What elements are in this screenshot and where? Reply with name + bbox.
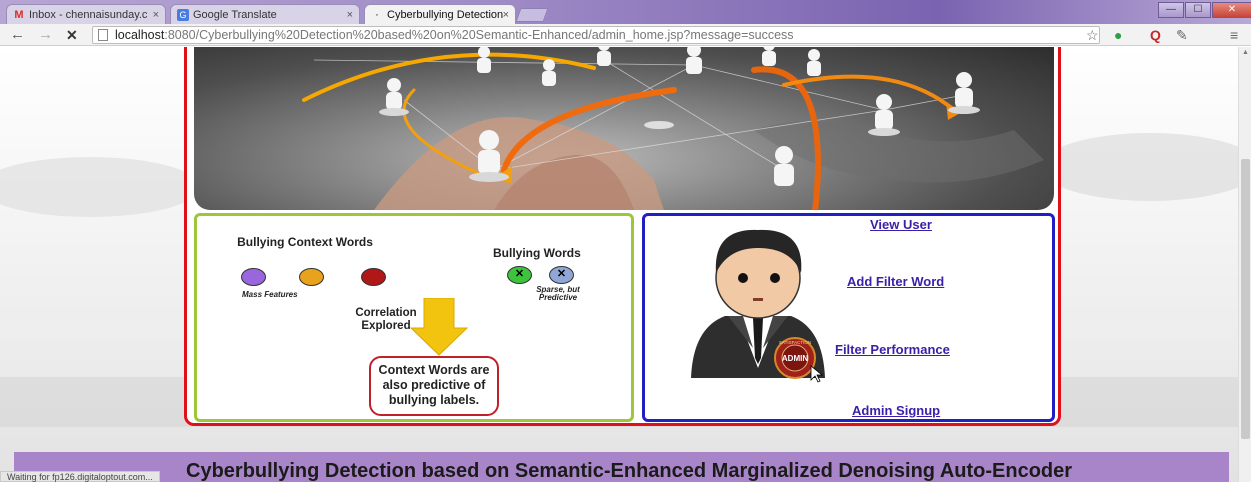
context-word-circle-orange bbox=[299, 268, 324, 286]
bullying-word-circle-blue: ✕ bbox=[549, 266, 574, 284]
back-button[interactable]: ← bbox=[10, 26, 25, 44]
url-path: :8080/Cyberbullying%20Detection%20based%… bbox=[164, 28, 794, 42]
page-icon bbox=[98, 29, 108, 41]
network-illustration bbox=[302, 47, 1044, 210]
tab-inbox-label: Inbox - chennaisunday.c bbox=[29, 9, 148, 21]
address-bar[interactable]: localhost:8080/Cyberbullying%20Detection… bbox=[92, 26, 1100, 44]
tab-close-icon[interactable]: × bbox=[153, 5, 159, 24]
tab-close-icon[interactable]: × bbox=[503, 5, 509, 24]
mass-features-label: Mass Features bbox=[242, 290, 298, 299]
tab-inbox[interactable]: M Inbox - chennaisunday.c × bbox=[6, 4, 166, 24]
filter-performance-link[interactable]: Filter Performance bbox=[835, 342, 950, 357]
admin-avatar-icon: ADMIN SATISFACTION bbox=[691, 229, 825, 383]
footer-banner: Cyberbullying Detection based on Semanti… bbox=[14, 452, 1229, 482]
page-content: Bullying Context Words Bullying Words ✕ … bbox=[0, 47, 1251, 482]
context-word-circle-red bbox=[361, 268, 386, 286]
scroll-up-icon[interactable]: ▲ bbox=[1242, 49, 1249, 56]
tools-icon[interactable]: ✎ bbox=[1176, 27, 1188, 43]
context-word-circle-purple bbox=[241, 268, 266, 286]
forward-button[interactable]: → bbox=[38, 26, 53, 44]
status-bar: Waiting for fp126.digitaloptout.com... bbox=[0, 471, 160, 482]
network-banner-image bbox=[194, 47, 1054, 210]
add-filter-word-link[interactable]: Add Filter Word bbox=[847, 274, 944, 289]
main-frame: Bullying Context Words Bullying Words ✕ … bbox=[184, 47, 1061, 426]
bullying-words-diagram: Bullying Context Words Bullying Words ✕ … bbox=[194, 213, 634, 422]
tab-translate-label: Google Translate bbox=[193, 9, 277, 21]
context-words-box: Context Words are also predictive of bul… bbox=[369, 356, 499, 416]
maximize-button[interactable]: ☐ bbox=[1185, 2, 1211, 18]
bullying-words-title: Bullying Words bbox=[493, 246, 581, 260]
minimize-button[interactable]: — bbox=[1158, 2, 1184, 18]
page-icon: · bbox=[375, 9, 379, 21]
view-user-link[interactable]: View User bbox=[870, 217, 932, 232]
stop-button[interactable]: ✕ bbox=[66, 26, 78, 44]
new-tab-button[interactable] bbox=[515, 8, 549, 22]
tab-cyberbullying-label: Cyberbullying Detection bbox=[387, 9, 504, 21]
admin-menu-panel: ADMIN SATISFACTION View User Add Filter … bbox=[642, 213, 1055, 422]
tab-close-icon[interactable]: × bbox=[347, 5, 353, 24]
gmail-icon: M bbox=[14, 9, 24, 21]
url-host: localhost bbox=[115, 28, 165, 42]
sparse-predictive-label: Sparse, but Predictive bbox=[536, 285, 580, 302]
browser-toolbar: ← → ✕ localhost:8080/Cyberbullying%20Det… bbox=[0, 24, 1251, 46]
admin-signup-link[interactable]: Admin Signup bbox=[852, 403, 940, 418]
footer-title: Cyberbullying Detection based on Semanti… bbox=[186, 460, 1073, 482]
admin-badge-ring-text: SATISFACTION bbox=[779, 340, 811, 345]
context-words-title: Bullying Context Words bbox=[237, 235, 373, 249]
menu-icon[interactable]: ≡ bbox=[1230, 27, 1238, 43]
correlation-label: Correlation Explored bbox=[355, 307, 417, 332]
tab-cyberbullying[interactable]: · Cyberbullying Detection × bbox=[364, 4, 516, 24]
translate-icon: G bbox=[177, 9, 189, 21]
admin-badge-text: ADMIN bbox=[782, 354, 808, 363]
scrollbar-thumb[interactable] bbox=[1241, 159, 1250, 439]
chat-extension-icon[interactable]: ● bbox=[1114, 27, 1122, 43]
bullying-word-circle-green: ✕ bbox=[507, 266, 532, 284]
extension-icon[interactable]: Q bbox=[1150, 27, 1161, 43]
page-scrollbar[interactable]: ▲ bbox=[1238, 47, 1251, 482]
bookmark-star-icon[interactable]: ☆ bbox=[1086, 27, 1099, 43]
tab-strip: M Inbox - chennaisunday.c × G Google Tra… bbox=[0, 0, 1251, 24]
tab-google-translate[interactable]: G Google Translate × bbox=[170, 4, 360, 24]
close-window-button[interactable]: ✕ bbox=[1212, 2, 1251, 18]
